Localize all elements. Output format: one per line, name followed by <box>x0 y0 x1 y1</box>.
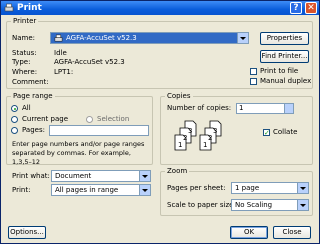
scale-to-paper-select[interactable]: No Scaling <box>231 199 309 211</box>
page-range-hint: Enter page numbers and/or page ranges se… <box>12 140 145 166</box>
printer-small-icon <box>54 34 63 42</box>
page-range-all-label[interactable]: All <box>22 104 31 113</box>
print-value: All pages in range <box>55 186 119 194</box>
where-value: LPT1: <box>54 68 74 76</box>
chevron-down-icon[interactable] <box>237 33 248 43</box>
pages-input[interactable] <box>49 125 149 136</box>
comment-label: Comment: <box>12 78 49 86</box>
chevron-down-icon[interactable] <box>139 171 150 181</box>
page-range-all-radio[interactable] <box>11 105 18 112</box>
print-what-select[interactable]: Document <box>51 170 151 182</box>
type-value: AGFA-AccuSet v52.3 <box>54 58 125 66</box>
print-select[interactable]: All pages in range <box>51 184 151 196</box>
page-range-pages-label[interactable]: Pages: <box>22 126 45 135</box>
help-button[interactable]: ? <box>290 2 302 14</box>
number-of-copies-value: 1 <box>239 104 244 112</box>
pages-per-sheet-value: 1 page <box>235 184 260 192</box>
spinner-icon[interactable] <box>284 104 293 113</box>
printer-group-label: Printer <box>11 17 39 26</box>
properties-button[interactable]: Properties <box>260 32 309 45</box>
ok-button[interactable]: OK <box>230 226 268 239</box>
close-button[interactable]: Close <box>273 226 311 239</box>
zoom-group-label: Zoom <box>165 167 190 176</box>
chevron-down-icon[interactable] <box>297 183 308 193</box>
collate-label[interactable]: Collate <box>273 128 297 137</box>
collate-checkbox[interactable]: ✓ <box>263 129 270 137</box>
type-label: Type: <box>12 58 31 66</box>
title-bar: Print ? ✕ <box>1 1 319 15</box>
page-range-selection-radio <box>86 116 93 123</box>
printer-name-select[interactable]: AGFA-AccuSet v52.3 <box>50 32 249 44</box>
copies-group-label: Copies <box>165 92 193 101</box>
svg-text:2: 2 <box>183 134 187 142</box>
print-to-file-label[interactable]: Print to file <box>260 67 298 76</box>
collate-pages-icon: 123 123 <box>174 120 222 151</box>
window-title: Print <box>17 3 42 13</box>
page-range-current-radio[interactable] <box>11 116 18 123</box>
printer-icon <box>4 3 14 12</box>
status-label: Status: <box>12 49 37 57</box>
scale-to-paper-label: Scale to paper size: <box>167 201 236 209</box>
chevron-down-icon[interactable] <box>139 185 150 195</box>
print-to-file-checkbox[interactable] <box>250 68 257 75</box>
svg-text:1: 1 <box>203 141 207 149</box>
find-printer-button[interactable]: Find Printer... <box>260 50 309 63</box>
scale-to-paper-value: No Scaling <box>235 201 273 209</box>
status-value: Idle <box>54 49 67 57</box>
number-of-copies-label: Number of copies: <box>167 104 232 112</box>
svg-text:3: 3 <box>213 127 217 135</box>
pages-per-sheet-label: Pages per sheet: <box>167 184 226 192</box>
chevron-down-icon[interactable] <box>297 200 308 210</box>
page-range-group-label: Page range <box>11 92 55 101</box>
svg-text:1: 1 <box>178 141 182 149</box>
svg-text:2: 2 <box>208 134 212 142</box>
manual-duplex-checkbox[interactable] <box>250 78 257 85</box>
pages-per-sheet-select[interactable]: 1 page <box>231 182 309 194</box>
print-what-value: Document <box>55 172 92 180</box>
options-button[interactable]: Options... <box>8 226 46 239</box>
close-window-button[interactable]: ✕ <box>305 2 317 14</box>
where-label: Where: <box>12 68 38 76</box>
manual-duplex-label[interactable]: Manual duplex <box>260 77 311 86</box>
print-what-label: Print what: <box>12 172 50 180</box>
page-range-selection-label: Selection <box>97 115 130 123</box>
number-of-copies-input[interactable]: 1 <box>236 103 294 114</box>
page-range-current-label[interactable]: Current page <box>22 115 68 124</box>
print-label: Print: <box>12 186 31 194</box>
printer-name-label: Name: <box>12 34 36 42</box>
printer-name-value: AGFA-AccuSet v52.3 <box>66 34 137 42</box>
page-range-pages-radio[interactable] <box>11 127 18 134</box>
svg-text:3: 3 <box>188 127 192 135</box>
print-dialog: Print ? ✕ Printer Name: AGFA-AccuSet v52… <box>0 0 320 244</box>
